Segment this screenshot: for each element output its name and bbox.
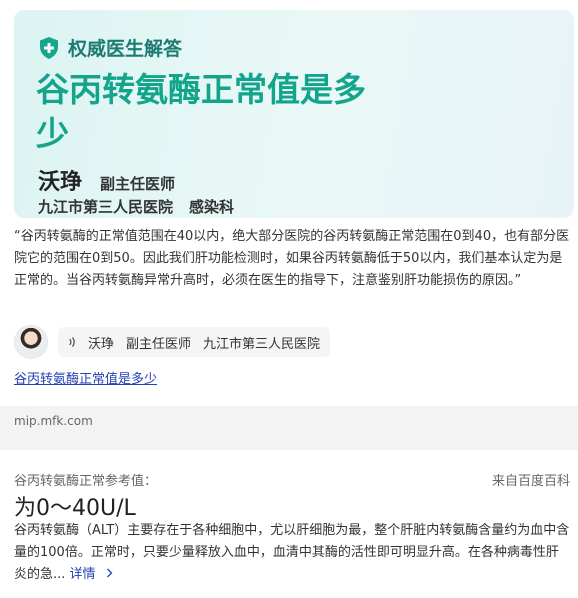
reference-source[interactable]: 来自百度百科 xyxy=(492,470,570,489)
department: 感染科 xyxy=(189,198,235,216)
banner-title: 谷丙转氨酶正常值是多少 xyxy=(36,70,366,153)
reference-label: 谷丙转氨酶正常参考值： xyxy=(14,474,158,489)
reference-card: 谷丙转氨酶正常参考值： 来自百度百科 为0～40U/L 谷丙转氨酶（ALT）主要… xyxy=(0,450,578,598)
hospital-line: 九江市第三人民医院 感染科 xyxy=(38,196,234,217)
details-label: 详情 xyxy=(69,567,96,582)
authority-badge: 权威医生解答 xyxy=(38,34,182,61)
doctor-line: 沃琤 副主任医师 xyxy=(38,164,175,196)
answer-text: “谷丙转氨酶的正常值范围在40以内，绝大部分医院的谷丙转氨酶正常范围在0到40，… xyxy=(14,229,570,288)
audio-wave-icon xyxy=(69,337,75,347)
answer-card: 权威医生解答 谷丙转氨酶正常值是多少 沃琤 副主任医师 九江市第三人民医院 感染科… xyxy=(0,0,578,406)
avatar[interactable] xyxy=(14,325,48,359)
author-row: 沃琤 副主任医师 九江市第三人民医院 xyxy=(14,325,331,359)
hospital-name: 九江市第三人民医院 xyxy=(38,198,174,216)
chevron-right-icon xyxy=(106,568,113,578)
audio-play-pill[interactable]: 沃琤 副主任医师 九江市第三人民医院 xyxy=(58,327,331,357)
reference-description: 谷丙转氨酶（ALT）主要存在于各种细胞中，尤以肝细胞为最，整个肝脏内转氨酶含量约… xyxy=(14,520,570,586)
author-hospital: 九江市第三人民医院 xyxy=(203,336,321,352)
badge-label: 权威医生解答 xyxy=(68,38,183,60)
author-title: 副主任医师 xyxy=(126,336,192,352)
doctor-name: 沃琤 xyxy=(38,170,83,195)
shield-plus-icon xyxy=(40,36,58,59)
author-name: 沃琤 xyxy=(88,336,115,352)
reference-value: 为0～40U/L xyxy=(14,496,136,521)
question-link[interactable]: 谷丙转氨酶正常值是多少 xyxy=(14,368,157,387)
source-domain[interactable]: mip.mfk.com xyxy=(14,414,93,428)
doctor-banner[interactable]: 权威医生解答 谷丙转氨酶正常值是多少 沃琤 副主任医师 九江市第三人民医院 感染科 xyxy=(14,10,574,218)
details-link[interactable]: 详情 xyxy=(70,567,113,582)
doctor-title: 副主任医师 xyxy=(100,175,176,193)
